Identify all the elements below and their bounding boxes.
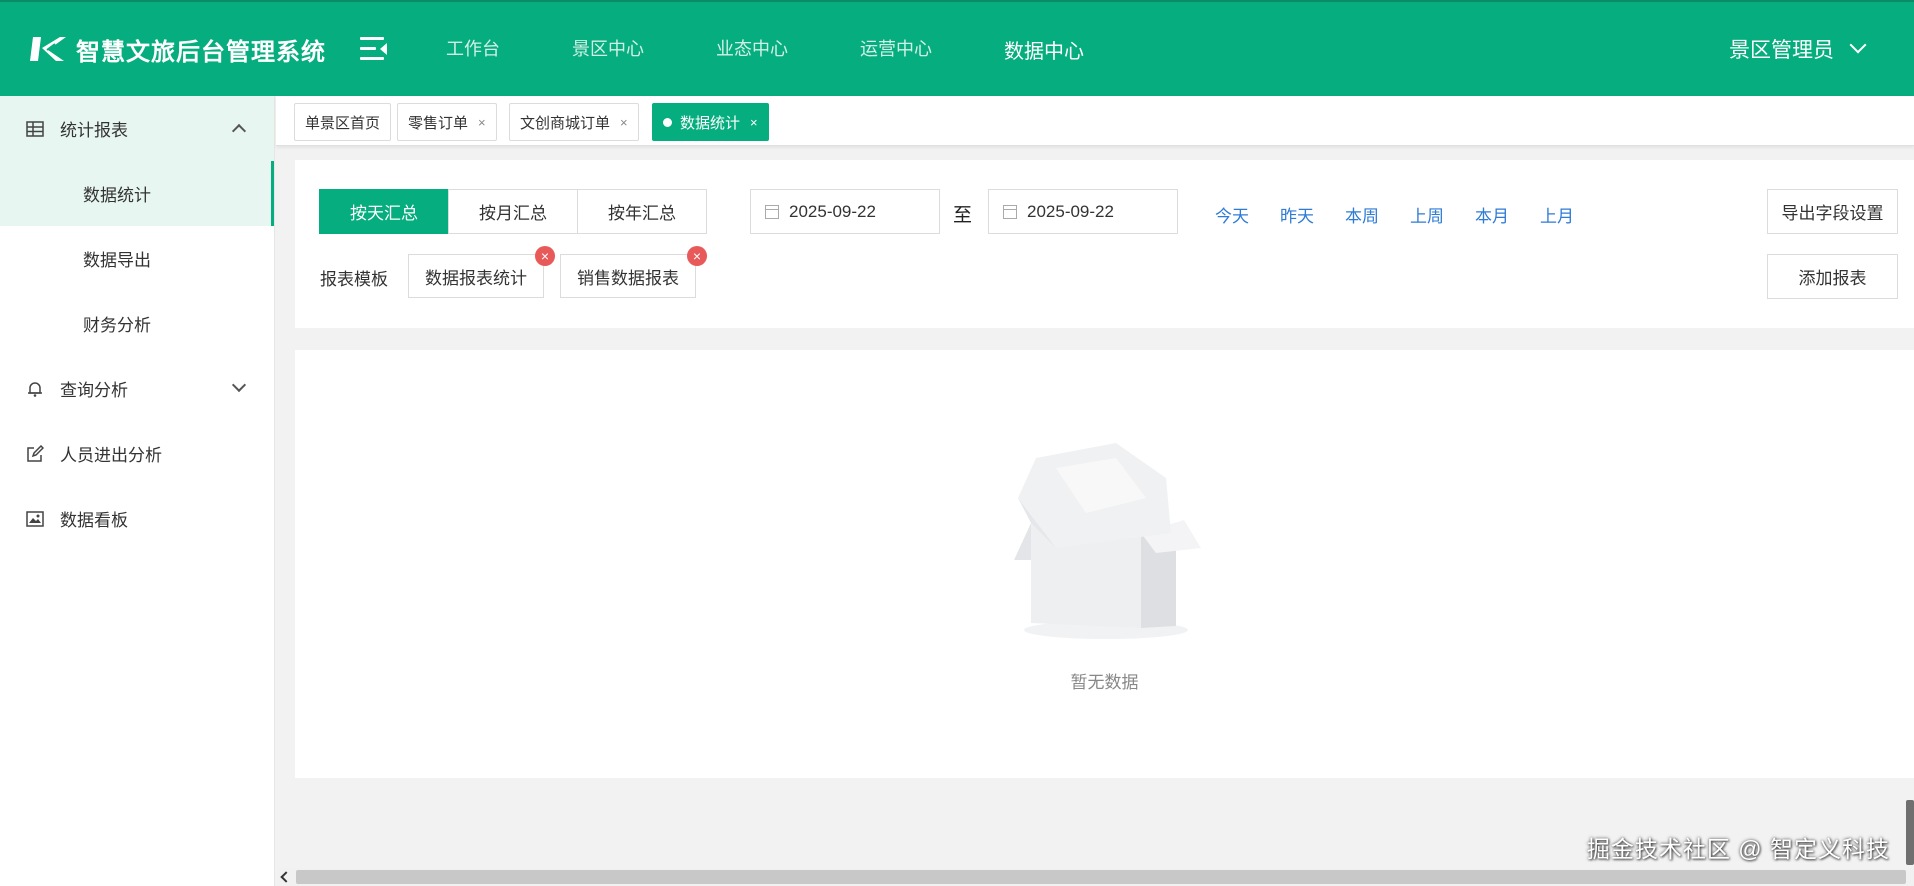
close-icon[interactable]: ×: [620, 115, 628, 130]
edit-icon: [27, 444, 44, 462]
image-icon: [26, 510, 44, 527]
summary-mode-segment: 按天汇总 按月汇总 按年汇总: [319, 189, 707, 234]
table-icon: [26, 120, 44, 137]
scroll-left-arrow-icon[interactable]: [280, 871, 292, 883]
scroll-thumb[interactable]: [296, 870, 1906, 884]
quick-this-week-link[interactable]: 本周: [1345, 202, 1379, 227]
chevron-down-icon: [1849, 36, 1867, 54]
sidebar-group-label: 统计报表: [60, 121, 128, 140]
nav-workbench[interactable]: 工作台: [446, 35, 500, 64]
sidebar-item-data-dashboard[interactable]: 数据看板: [0, 486, 274, 551]
by-day-button[interactable]: 按天汇总: [319, 189, 449, 234]
user-menu[interactable]: 景区管理员: [1729, 34, 1867, 64]
template-label-text: 数据报表统计: [425, 268, 527, 288]
close-icon[interactable]: ×: [750, 115, 758, 130]
empty-box-icon: [1014, 443, 1201, 639]
end-date-input[interactable]: 2025-09-22: [988, 189, 1178, 234]
start-date-input[interactable]: 2025-09-22: [750, 189, 940, 234]
tab-mall-orders[interactable]: 文创商城订单 ×: [509, 103, 639, 141]
calendar-icon: [765, 204, 779, 219]
sidebar-group-label: 数据看板: [60, 511, 128, 530]
filter-panel: 按天汇总 按月汇总 按年汇总 2025-09-22 至 2025-09-22 今…: [295, 160, 1914, 328]
template-label: 报表模板: [320, 270, 388, 289]
delete-template-icon[interactable]: ×: [535, 246, 555, 266]
calendar-icon: [1003, 204, 1017, 219]
logo-icon: [30, 37, 66, 61]
app-title: 智慧文旅后台管理系统: [76, 38, 326, 66]
template-item[interactable]: 数据报表统计 ×: [408, 246, 555, 298]
page-tabs: 单景区首页 零售订单 × 文创商城订单 × 数据统计 ×: [276, 96, 1914, 146]
nav-business-center[interactable]: 业态中心: [716, 35, 788, 64]
vertical-scrollbar[interactable]: [1906, 800, 1914, 865]
empty-state-text: 暂无数据: [1070, 673, 1139, 692]
quick-last-week-link[interactable]: 上周: [1410, 202, 1444, 227]
sidebar-item-people-flow-analysis[interactable]: 人员进出分析: [0, 421, 274, 486]
nav-scenic-center[interactable]: 景区中心: [572, 35, 644, 64]
horizontal-scrollbar[interactable]: [278, 868, 1914, 886]
date-range-separator: 至: [953, 205, 973, 226]
sidebar-group-stats-report[interactable]: 统计报表: [0, 96, 274, 161]
tab-data-stats[interactable]: 数据统计 ×: [652, 103, 769, 141]
bell-icon: [28, 381, 42, 397]
data-content-area: 暂无数据: [295, 350, 1914, 778]
sidebar: 统计报表 数据统计 数据导出 财务分析 查询分析 人员进出分析 数据看板: [0, 96, 275, 886]
sidebar-group-label: 查询分析: [60, 381, 128, 400]
end-date-value: 2025-09-22: [1027, 201, 1114, 221]
template-item[interactable]: 销售数据报表 ×: [560, 246, 707, 298]
start-date-value: 2025-09-22: [789, 201, 876, 221]
by-year-button[interactable]: 按年汇总: [577, 189, 707, 234]
chevron-down-icon: [231, 377, 247, 393]
delete-template-icon[interactable]: ×: [687, 246, 707, 266]
sidebar-item-finance-analysis[interactable]: 财务分析: [0, 291, 274, 356]
sidebar-item-data-export[interactable]: 数据导出: [0, 226, 274, 291]
template-label-text: 销售数据报表: [577, 268, 679, 288]
tab-retail-orders[interactable]: 零售订单 ×: [397, 103, 497, 141]
sidebar-item-data-stats[interactable]: 数据统计: [0, 161, 274, 226]
quick-yesterday-link[interactable]: 昨天: [1280, 202, 1314, 227]
sidebar-group-query-analysis[interactable]: 查询分析: [0, 356, 274, 421]
tab-scenic-home[interactable]: 单景区首页: [294, 103, 392, 141]
active-dot-icon: [663, 117, 672, 127]
sidebar-group-label: 人员进出分析: [60, 446, 162, 465]
user-name: 景区管理员: [1729, 39, 1834, 62]
tab-label: 文创商城订单: [520, 114, 611, 132]
nav-operation-center[interactable]: 运营中心: [860, 35, 932, 64]
export-field-settings-button[interactable]: 导出字段设置: [1767, 189, 1898, 234]
quick-today-link[interactable]: 今天: [1215, 202, 1249, 227]
quick-this-month-link[interactable]: 本月: [1475, 202, 1509, 227]
app-logo[interactable]: 智慧文旅后台管理系统: [30, 32, 326, 67]
watermark: 掘金技术社区 @ 智定义科技: [1586, 836, 1890, 862]
menu-toggle-icon[interactable]: [360, 37, 388, 61]
tab-label: 单景区首页: [305, 114, 381, 132]
nav-data-center[interactable]: 数据中心: [1004, 35, 1084, 64]
tab-label: 零售订单: [408, 114, 469, 132]
chevron-up-icon: [231, 123, 247, 139]
quick-last-month-link[interactable]: 上月: [1540, 202, 1574, 227]
tab-label: 数据统计: [680, 114, 741, 132]
add-report-button[interactable]: 添加报表: [1767, 254, 1898, 299]
close-icon[interactable]: ×: [478, 115, 486, 130]
top-header: 智慧文旅后台管理系统 工作台 景区中心 业态中心 运营中心 数据中心 景区管理员: [0, 0, 1914, 96]
top-nav: 工作台 景区中心 业态中心 运营中心 数据中心: [446, 35, 1156, 64]
by-month-button[interactable]: 按月汇总: [448, 189, 578, 234]
